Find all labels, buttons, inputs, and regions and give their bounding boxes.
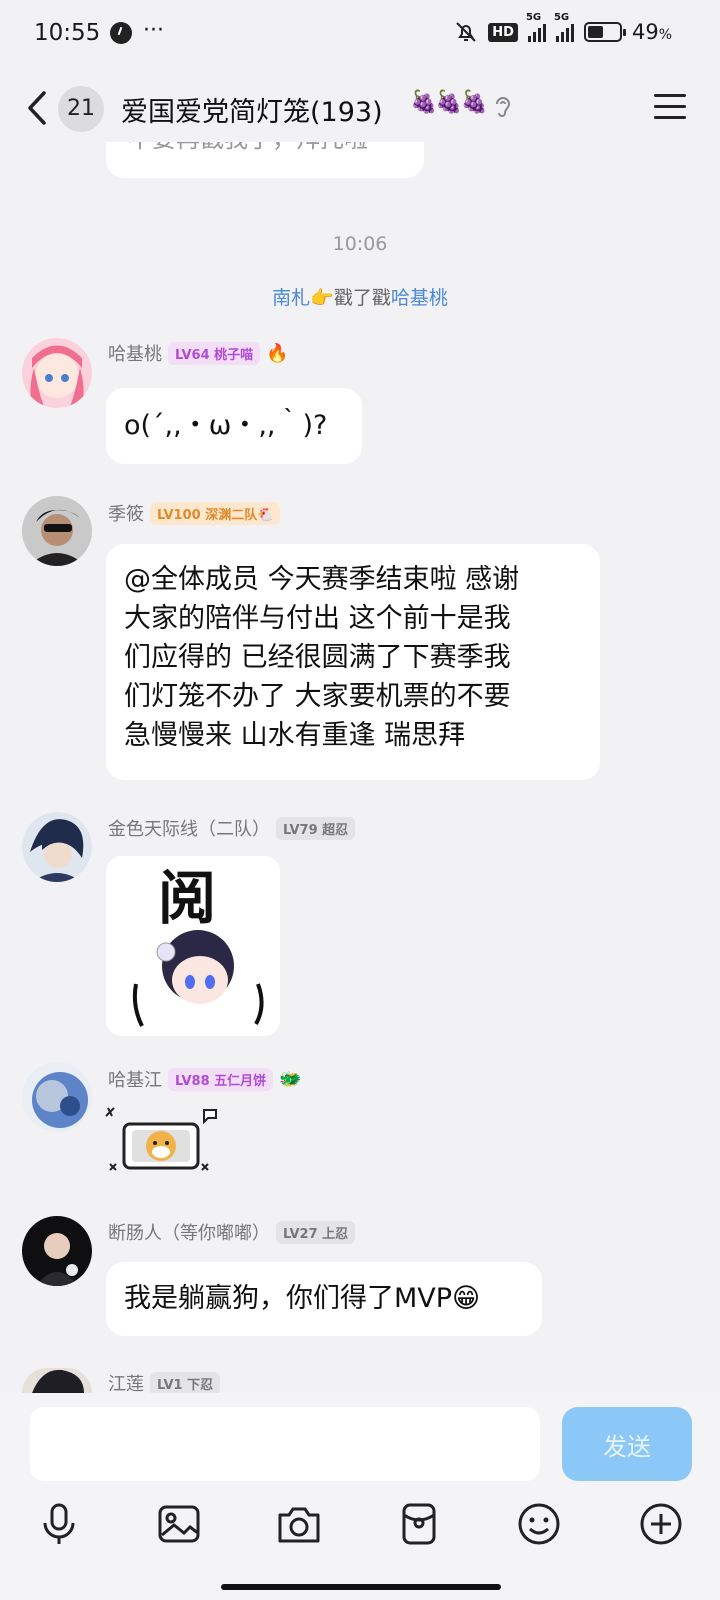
microphone-icon[interactable] — [36, 1501, 82, 1547]
message-line: 大家的陪伴与付出 这个前十是我 — [124, 603, 511, 634]
avatar[interactable] — [22, 496, 92, 566]
level-badge: LV88 五仁月饼 — [168, 1067, 274, 1091]
time-divider: 10:06 — [332, 233, 388, 255]
message-line: 急慢慢来 山水有重逢 瑞思拜 — [124, 720, 466, 751]
send-button[interactable]: 发送 — [562, 1407, 692, 1481]
message-text: o(´,,・ω・,,｀)? — [124, 410, 328, 441]
sticker-message[interactable]: 阅 — [106, 856, 280, 1036]
home-indicator[interactable] — [221, 1584, 501, 1590]
message-input[interactable] — [30, 1407, 540, 1481]
sender-info: 季筱 LV100 深渊二队🐔 — [108, 500, 281, 526]
message-line: 们应得的 已经很圆满了下赛季我 — [124, 642, 511, 673]
camera-icon[interactable] — [276, 1501, 322, 1547]
sender-name[interactable]: 哈基江 — [108, 1066, 162, 1092]
more-notifications-icon: ··· — [143, 18, 164, 43]
level-badge: LV1 下忍 — [150, 1371, 221, 1395]
flame-icon: 🔥 — [266, 342, 289, 364]
avatar[interactable] — [22, 1062, 92, 1132]
sender-info: 哈基江 LV88 五仁月饼 🐲 — [108, 1066, 302, 1092]
pointing-hand-icon: 👉 — [310, 287, 334, 309]
sender-name[interactable]: 金色天际线（二队） — [108, 815, 270, 841]
signal-icon-2: 5G — [554, 12, 574, 42]
poke-target[interactable]: 哈基桃 — [391, 287, 448, 309]
signal-icon: 5G — [526, 12, 546, 42]
anime-girl-reading-sticker: 阅 — [106, 856, 280, 1036]
message-line: 们灯笼不办了 大家要机票的不要 — [124, 681, 511, 712]
clock-icon — [110, 22, 132, 44]
message-bubble[interactable]: 我是躺赢狗，你们得了MVP😁 — [106, 1262, 542, 1336]
avatar[interactable] — [22, 1368, 92, 1393]
menu-icon[interactable] — [654, 94, 686, 120]
sender-info: 金色天际线（二队） LV79 超忍 — [108, 815, 356, 841]
battery-percent: 49% — [631, 20, 672, 44]
chat-header: 21 爱国爱党简灯笼(193) 🍇🍇🍇 — [0, 72, 720, 142]
status-indicators: HD 5G 5G 49% — [454, 12, 672, 44]
level-badge: LV100 深渊二队🐔 — [150, 501, 281, 525]
level-badge: LV64 桃子喵 — [168, 341, 261, 365]
ear-icon[interactable] — [492, 92, 514, 120]
sender-name[interactable]: 断肠人（等你嘟嘟） — [108, 1219, 270, 1245]
input-panel: 发送 — [0, 1393, 720, 1600]
level-badge: LV79 超忍 — [276, 816, 356, 840]
back-arrow-icon[interactable] — [24, 90, 54, 126]
mute-bell-icon — [456, 22, 476, 42]
hd-badge: HD — [488, 22, 518, 42]
message-bubble[interactable]: @全体成员 今天赛季结束啦 感谢 大家的陪伴与付出 这个前十是我 们应得的 已经… — [106, 544, 600, 780]
sender-name[interactable]: 哈基桃 — [108, 340, 162, 366]
poke-actor[interactable]: 南札 — [272, 287, 310, 309]
avatar[interactable] — [22, 1216, 92, 1286]
level-badge: LV27 上忍 — [276, 1220, 356, 1244]
emoji-icon[interactable] — [516, 1501, 562, 1547]
plus-icon[interactable] — [638, 1501, 684, 1547]
message-text: 我是躺赢狗，你们得了MVP😁 — [124, 1283, 481, 1314]
group-title[interactable]: 爱国爱党简灯笼(193) — [121, 90, 383, 129]
dragon-icon: 🐲 — [279, 1068, 302, 1090]
sticker-message[interactable] — [104, 1106, 220, 1182]
avatar[interactable] — [22, 812, 92, 882]
grape-decoration-icon: 🍇🍇🍇 — [410, 90, 488, 115]
image-icon[interactable] — [156, 1501, 202, 1547]
poke-verb: 戳了戳 — [333, 287, 391, 309]
partial-message-bubble: 不要再戳我了，拜托啦 — [106, 142, 424, 178]
status-bar: 10:55 ··· HD 5G 5G 49% — [0, 0, 720, 70]
avatar[interactable] — [22, 338, 92, 408]
input-toolbar — [0, 1493, 720, 1553]
doge-pixel-sticker — [105, 1107, 217, 1171]
sender-info: 断肠人（等你嘟嘟） LV27 上忍 — [108, 1219, 356, 1245]
poke-notice: 南札👉戳了戳哈基桃 — [0, 283, 720, 310]
unread-count-badge[interactable]: 21 — [58, 86, 104, 132]
status-time: 10:55 — [34, 20, 101, 46]
message-bubble[interactable]: o(´,,・ω・,,｀)? — [106, 388, 362, 464]
red-packet-icon[interactable] — [396, 1501, 442, 1547]
sender-info: 哈基桃 LV64 桃子喵 🔥 — [108, 340, 289, 366]
sender-name[interactable]: 季筱 — [108, 500, 144, 526]
battery-icon — [583, 22, 626, 42]
svg-text:阅: 阅 — [158, 864, 216, 932]
message-line: @全体成员 今天赛季结束啦 感谢 — [124, 564, 520, 595]
